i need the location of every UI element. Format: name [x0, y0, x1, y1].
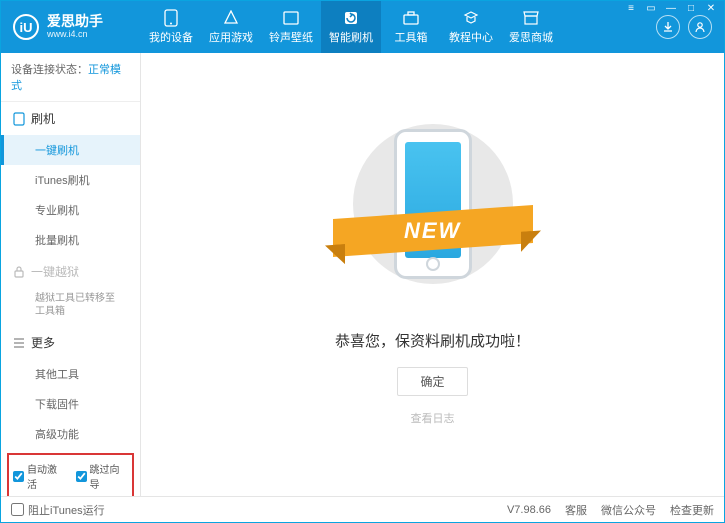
sidebar-item-othertools[interactable]: 其他工具 [1, 359, 140, 389]
app-window: ≡ ▭ — □ ✕ iU 爱思助手 www.i4.cn 我的设备 应用游戏 铃声 [0, 0, 725, 523]
phone-icon [162, 9, 180, 27]
ribbon-text: NEW [404, 218, 461, 244]
wechat-link[interactable]: 微信公众号 [601, 502, 656, 518]
update-link[interactable]: 检查更新 [670, 502, 714, 518]
menu-icon[interactable]: ≡ [623, 0, 639, 16]
tab-label: 工具箱 [395, 29, 428, 45]
tab-apps[interactable]: 应用游戏 [201, 1, 261, 53]
tab-label: 铃声壁纸 [269, 29, 313, 45]
sidebar-item-oneclick[interactable]: 一键刷机 [1, 135, 140, 165]
success-illustration: NEW [353, 124, 513, 304]
window-controls: ≡ ▭ — □ ✕ [623, 0, 719, 16]
jailbreak-note: 越狱工具已转移至 工具箱 [1, 288, 140, 326]
phone-outline-icon [13, 112, 25, 126]
logo: iU 爱思助手 www.i4.cn [13, 14, 141, 40]
apps-icon [222, 9, 240, 27]
nav-tabs: 我的设备 应用游戏 铃声壁纸 智能刷机 工具箱 教程中心 [141, 1, 656, 53]
tab-label: 爱思商城 [509, 29, 553, 45]
tutorial-icon [462, 9, 480, 27]
sidebar-item-advanced[interactable]: 高级功能 [1, 419, 140, 449]
flash-icon [342, 9, 360, 27]
tab-my-device[interactable]: 我的设备 [141, 1, 201, 53]
toolbox-icon [402, 9, 420, 27]
tab-flash[interactable]: 智能刷机 [321, 1, 381, 53]
success-message: 恭喜您，保资料刷机成功啦！ [335, 330, 530, 351]
section-title: 刷机 [31, 110, 55, 127]
user-button[interactable] [688, 15, 712, 39]
view-log-link[interactable]: 查看日志 [411, 410, 455, 426]
app-title: 爱思助手 [47, 14, 103, 29]
section-header-flash[interactable]: 刷机 [1, 102, 140, 135]
store-icon [522, 9, 540, 27]
sidebar-item-batch[interactable]: 批量刷机 [1, 225, 140, 255]
tab-label: 应用游戏 [209, 29, 253, 45]
tab-tutorials[interactable]: 教程中心 [441, 1, 501, 53]
list-icon [13, 338, 25, 348]
lock-icon [13, 266, 25, 278]
app-url: www.i4.cn [47, 30, 103, 40]
tab-store[interactable]: 爱思商城 [501, 1, 561, 53]
sidebar: 设备连接状态：正常模式 刷机 一键刷机 iTunes刷机 专业刷机 批量刷机 一… [1, 53, 141, 496]
titlebar: iU 爱思助手 www.i4.cn 我的设备 应用游戏 铃声壁纸 智能刷机 [1, 1, 724, 53]
section-more: 更多 其他工具 下载固件 高级功能 [1, 326, 140, 449]
tab-label: 我的设备 [149, 29, 193, 45]
logo-icon: iU [13, 14, 39, 40]
tab-label: 教程中心 [449, 29, 493, 45]
tab-ringtones[interactable]: 铃声壁纸 [261, 1, 321, 53]
section-header-more[interactable]: 更多 [1, 326, 140, 359]
service-link[interactable]: 客服 [565, 502, 587, 518]
download-button[interactable] [656, 15, 680, 39]
main-content: NEW 恭喜您，保资料刷机成功啦！ 确定 查看日志 [141, 53, 724, 496]
sidebar-item-firmware[interactable]: 下载固件 [1, 389, 140, 419]
tab-toolbox[interactable]: 工具箱 [381, 1, 441, 53]
auto-activate-checkbox[interactable]: 自动激活 [13, 461, 66, 491]
skip-guide-checkbox[interactable]: 跳过向导 [76, 461, 129, 491]
status-label: 设备连接状态： [11, 64, 88, 76]
checkbox-label: 自动激活 [27, 461, 66, 491]
section-jailbreak: 一键越狱 越狱工具已转移至 工具箱 [1, 255, 140, 326]
titlebar-actions [656, 15, 712, 39]
section-flash: 刷机 一键刷机 iTunes刷机 专业刷机 批量刷机 [1, 102, 140, 255]
close-icon[interactable]: ✕ [703, 0, 719, 16]
checkbox-label: 阻止iTunes运行 [28, 502, 105, 518]
block-itunes-checkbox[interactable]: 阻止iTunes运行 [11, 502, 105, 518]
maximize-icon[interactable]: □ [683, 0, 699, 16]
footer: 阻止iTunes运行 V7.98.66 客服 微信公众号 检查更新 [1, 496, 724, 522]
section-header-jailbreak: 一键越狱 [1, 255, 140, 288]
tab-label: 智能刷机 [329, 29, 373, 45]
skin-icon[interactable]: ▭ [643, 0, 659, 16]
section-title: 更多 [31, 334, 55, 351]
ok-button[interactable]: 确定 [397, 367, 467, 396]
body: 设备连接状态：正常模式 刷机 一键刷机 iTunes刷机 专业刷机 批量刷机 一… [1, 53, 724, 496]
sidebar-item-pro[interactable]: 专业刷机 [1, 195, 140, 225]
section-title: 一键越狱 [31, 263, 79, 280]
minimize-icon[interactable]: — [663, 0, 679, 16]
options-row: 自动激活 跳过向导 [7, 453, 134, 496]
wallpaper-icon [282, 9, 300, 27]
version-label: V7.98.66 [507, 504, 551, 516]
checkbox-label: 跳过向导 [90, 461, 129, 491]
sidebar-item-itunes[interactable]: iTunes刷机 [1, 165, 140, 195]
connection-status: 设备连接状态：正常模式 [1, 53, 140, 102]
